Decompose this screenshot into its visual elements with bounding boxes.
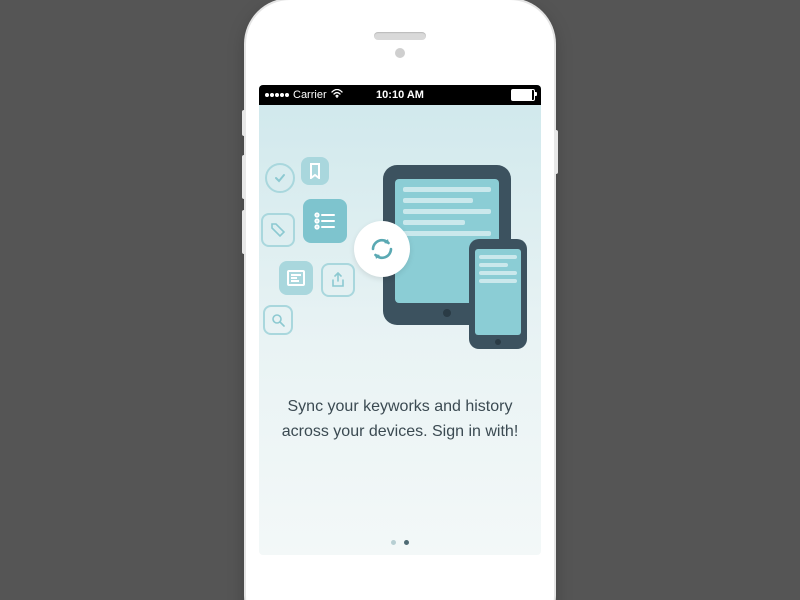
onboarding-copy: Sync your keyworks and history across yo… [277, 395, 523, 445]
phone-frame: Carrier 10:10 AM [246, 0, 554, 600]
battery-icon [511, 89, 535, 101]
clock: 10:10 AM [259, 89, 541, 101]
news-icon [279, 261, 313, 295]
list-icon [303, 199, 347, 243]
tag-icon [261, 213, 295, 247]
search-icon [263, 305, 293, 335]
share-icon [321, 263, 355, 297]
check-icon [265, 163, 295, 193]
side-button [242, 155, 246, 199]
side-button [554, 130, 558, 174]
phone-illustration [469, 239, 527, 349]
side-button [242, 210, 246, 254]
page-dot[interactable] [404, 540, 409, 545]
page-dot[interactable] [391, 540, 396, 545]
bookmark-icon [301, 157, 329, 185]
page-indicator[interactable] [259, 540, 541, 545]
sync-icon [354, 221, 410, 277]
screen: Carrier 10:10 AM [259, 85, 541, 555]
side-button [242, 110, 246, 136]
onboarding-illustration [259, 155, 541, 345]
status-bar: Carrier 10:10 AM [259, 85, 541, 105]
